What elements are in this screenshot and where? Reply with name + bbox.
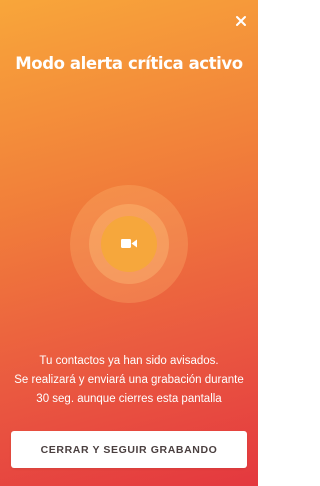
- critical-alert-screen: Modo alerta crítica activo Tu contactos …: [0, 0, 258, 486]
- message-line: 30 seg. aunque cierres esta pantalla: [36, 393, 222, 405]
- video-camera-icon: [121, 239, 137, 248]
- close-icon[interactable]: [233, 13, 249, 29]
- status-message: Tu contactos ya han sido avisados. Se re…: [0, 352, 258, 409]
- message-line: Se realizará y enviará una grabación dur…: [14, 374, 244, 386]
- page-title: Modo alerta crítica activo: [15, 54, 243, 73]
- message-line: Tu contactos ya han sido avisados.: [39, 355, 219, 367]
- close-and-keep-recording-button[interactable]: CERRAR Y SEGUIR GRABANDO: [11, 431, 247, 468]
